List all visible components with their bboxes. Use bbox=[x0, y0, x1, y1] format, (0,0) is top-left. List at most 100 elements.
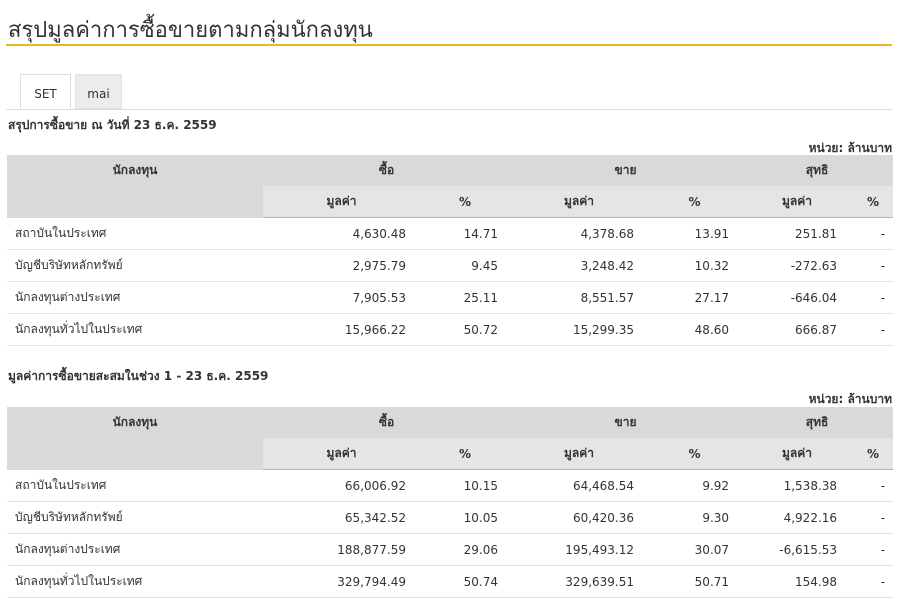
cumulative-header-row: นักลงทุน ซื้อ ขาย สุทธิ bbox=[7, 407, 894, 438]
net-value-cell: 666.87 bbox=[741, 313, 854, 346]
col-sell-percent: % bbox=[648, 186, 742, 218]
net-percent-cell: - bbox=[853, 501, 894, 534]
sell-percent-cell: 13.91 bbox=[648, 217, 742, 250]
net-value-cell: -272.63 bbox=[741, 249, 854, 282]
buy-value-cell: 2,975.79 bbox=[263, 249, 420, 282]
col-investor-blank bbox=[7, 438, 263, 470]
sell-percent-cell: 27.17 bbox=[648, 281, 742, 314]
net-percent-cell: - bbox=[853, 565, 894, 598]
investor-cell: บัญชีบริษัทหลักทรัพย์ bbox=[7, 501, 263, 534]
tab-mai[interactable]: mai bbox=[75, 74, 122, 109]
sell-value-cell: 60,420.36 bbox=[510, 501, 649, 534]
col-investor: นักลงทุน bbox=[7, 407, 263, 438]
sell-value-cell: 8,551.57 bbox=[510, 281, 649, 314]
title-underline bbox=[6, 44, 892, 46]
net-percent-cell: - bbox=[853, 281, 894, 314]
investor-cell: นักลงทุนต่างประเทศ bbox=[7, 281, 263, 314]
sell-value-cell: 3,248.42 bbox=[510, 249, 649, 282]
sell-percent-cell: 9.30 bbox=[648, 501, 742, 534]
buy-percent-cell: 29.06 bbox=[420, 533, 511, 566]
daily-subheader-row: มูลค่า % มูลค่า % มูลค่า % bbox=[7, 186, 894, 218]
net-value-cell: -6,615.53 bbox=[741, 533, 854, 566]
table-row: นักลงทุนต่างประเทศ 188,877.59 29.06 195,493… bbox=[7, 533, 894, 566]
net-percent-cell: - bbox=[853, 217, 894, 250]
investor-cell: สถาบันในประเทศ bbox=[7, 469, 263, 502]
daily-table: นักลงทุน ซื้อ ขาย สุทธิ มูลค่า % มูลค่า … bbox=[7, 155, 894, 346]
buy-value-cell: 4,630.48 bbox=[263, 217, 420, 250]
net-value-cell: -646.04 bbox=[741, 281, 854, 314]
col-sell-percent: % bbox=[648, 438, 742, 470]
col-net-value: มูลค่า bbox=[741, 186, 854, 218]
sell-value-cell: 64,468.54 bbox=[510, 469, 649, 502]
net-percent-cell: - bbox=[853, 469, 894, 502]
col-sell: ขาย bbox=[510, 155, 742, 186]
col-buy: ซื้อ bbox=[263, 407, 511, 438]
sell-value-cell: 4,378.68 bbox=[510, 217, 649, 250]
buy-percent-cell: 50.72 bbox=[420, 313, 511, 346]
sell-percent-cell: 48.60 bbox=[648, 313, 742, 346]
sell-percent-cell: 30.07 bbox=[648, 533, 742, 566]
table-row: บัญชีบริษัทหลักทรัพย์ 65,342.52 10.05 60,42… bbox=[7, 501, 894, 534]
net-value-cell: 4,922.16 bbox=[741, 501, 854, 534]
sell-value-cell: 195,493.12 bbox=[510, 533, 649, 566]
table-row: นักลงทุนทั่วไปในประเทศ 15,966.22 50.72 15,2… bbox=[7, 313, 894, 346]
buy-percent-cell: 14.71 bbox=[420, 217, 511, 250]
table-row: บัญชีบริษัทหลักทรัพย์ 2,975.79 9.45 3,248.4… bbox=[7, 249, 894, 282]
net-value-cell: 154.98 bbox=[741, 565, 854, 598]
col-investor: นักลงทุน bbox=[7, 155, 263, 186]
table-row: นักลงทุนทั่วไปในประเทศ 329,794.49 50.74 329… bbox=[7, 565, 894, 598]
buy-value-cell: 66,006.92 bbox=[263, 469, 420, 502]
investor-cell: สถาบันในประเทศ bbox=[7, 217, 263, 250]
sell-percent-cell: 9.92 bbox=[648, 469, 742, 502]
col-sell: ขาย bbox=[510, 407, 742, 438]
sell-value-cell: 15,299.35 bbox=[510, 313, 649, 346]
daily-section-title: สรุปการซื้อขาย ณ วันที่ 23 ธ.ค. 2559 bbox=[8, 118, 217, 132]
col-net-value: มูลค่า bbox=[741, 438, 854, 470]
table-row: สถาบันในประเทศ 66,006.92 10.15 64,468.54 9.9… bbox=[7, 469, 894, 502]
net-value-cell: 251.81 bbox=[741, 217, 854, 250]
buy-percent-cell: 9.45 bbox=[420, 249, 511, 282]
col-net: สุทธิ bbox=[741, 155, 894, 186]
investor-cell: บัญชีบริษัทหลักทรัพย์ bbox=[7, 249, 263, 282]
col-investor-blank bbox=[7, 186, 263, 218]
col-net: สุทธิ bbox=[741, 407, 894, 438]
col-buy-percent: % bbox=[420, 438, 511, 470]
daily-header-row: นักลงทุน ซื้อ ขาย สุทธิ bbox=[7, 155, 894, 186]
tabs-divider bbox=[6, 109, 892, 110]
col-buy-value: มูลค่า bbox=[263, 186, 420, 218]
buy-value-cell: 329,794.49 bbox=[263, 565, 420, 598]
col-sell-value: มูลค่า bbox=[510, 438, 649, 470]
tab-set[interactable]: SET bbox=[20, 74, 71, 109]
table-row: นักลงทุนต่างประเทศ 7,905.53 25.11 8,551.57 2… bbox=[7, 281, 894, 314]
col-net-percent: % bbox=[853, 438, 894, 470]
net-percent-cell: - bbox=[853, 313, 894, 346]
sell-value-cell: 329,639.51 bbox=[510, 565, 649, 598]
cumulative-table: นักลงทุน ซื้อ ขาย สุทธิ มูลค่า % มูลค่า … bbox=[7, 407, 894, 598]
col-sell-value: มูลค่า bbox=[510, 186, 649, 218]
col-buy-value: มูลค่า bbox=[263, 438, 420, 470]
buy-percent-cell: 10.15 bbox=[420, 469, 511, 502]
investor-cell: นักลงทุนทั่วไปในประเทศ bbox=[7, 313, 263, 346]
sell-percent-cell: 10.32 bbox=[648, 249, 742, 282]
cumulative-subheader-row: มูลค่า % มูลค่า % มูลค่า % bbox=[7, 438, 894, 470]
table-row: สถาบันในประเทศ 4,630.48 14.71 4,378.68 13.91… bbox=[7, 217, 894, 250]
cumulative-table-body: สถาบันในประเทศ 66,006.92 10.15 64,468.54 9.9… bbox=[7, 469, 894, 598]
buy-percent-cell: 50.74 bbox=[420, 565, 511, 598]
investor-cell: นักลงทุนทั่วไปในประเทศ bbox=[7, 565, 263, 598]
sell-percent-cell: 50.71 bbox=[648, 565, 742, 598]
col-net-percent: % bbox=[853, 186, 894, 218]
buy-value-cell: 65,342.52 bbox=[263, 501, 420, 534]
buy-value-cell: 15,966.22 bbox=[263, 313, 420, 346]
buy-percent-cell: 10.05 bbox=[420, 501, 511, 534]
daily-table-body: สถาบันในประเทศ 4,630.48 14.71 4,378.68 13.91… bbox=[7, 217, 894, 346]
net-percent-cell: - bbox=[853, 249, 894, 282]
buy-value-cell: 7,905.53 bbox=[263, 281, 420, 314]
page-title: สรุปมูลค่าการซื้อขายตามกลุ่มนักลงทุน bbox=[8, 18, 373, 43]
buy-percent-cell: 25.11 bbox=[420, 281, 511, 314]
net-percent-cell: - bbox=[853, 533, 894, 566]
buy-value-cell: 188,877.59 bbox=[263, 533, 420, 566]
net-value-cell: 1,538.38 bbox=[741, 469, 854, 502]
investor-cell: นักลงทุนต่างประเทศ bbox=[7, 533, 263, 566]
col-buy: ซื้อ bbox=[263, 155, 511, 186]
col-buy-percent: % bbox=[420, 186, 511, 218]
